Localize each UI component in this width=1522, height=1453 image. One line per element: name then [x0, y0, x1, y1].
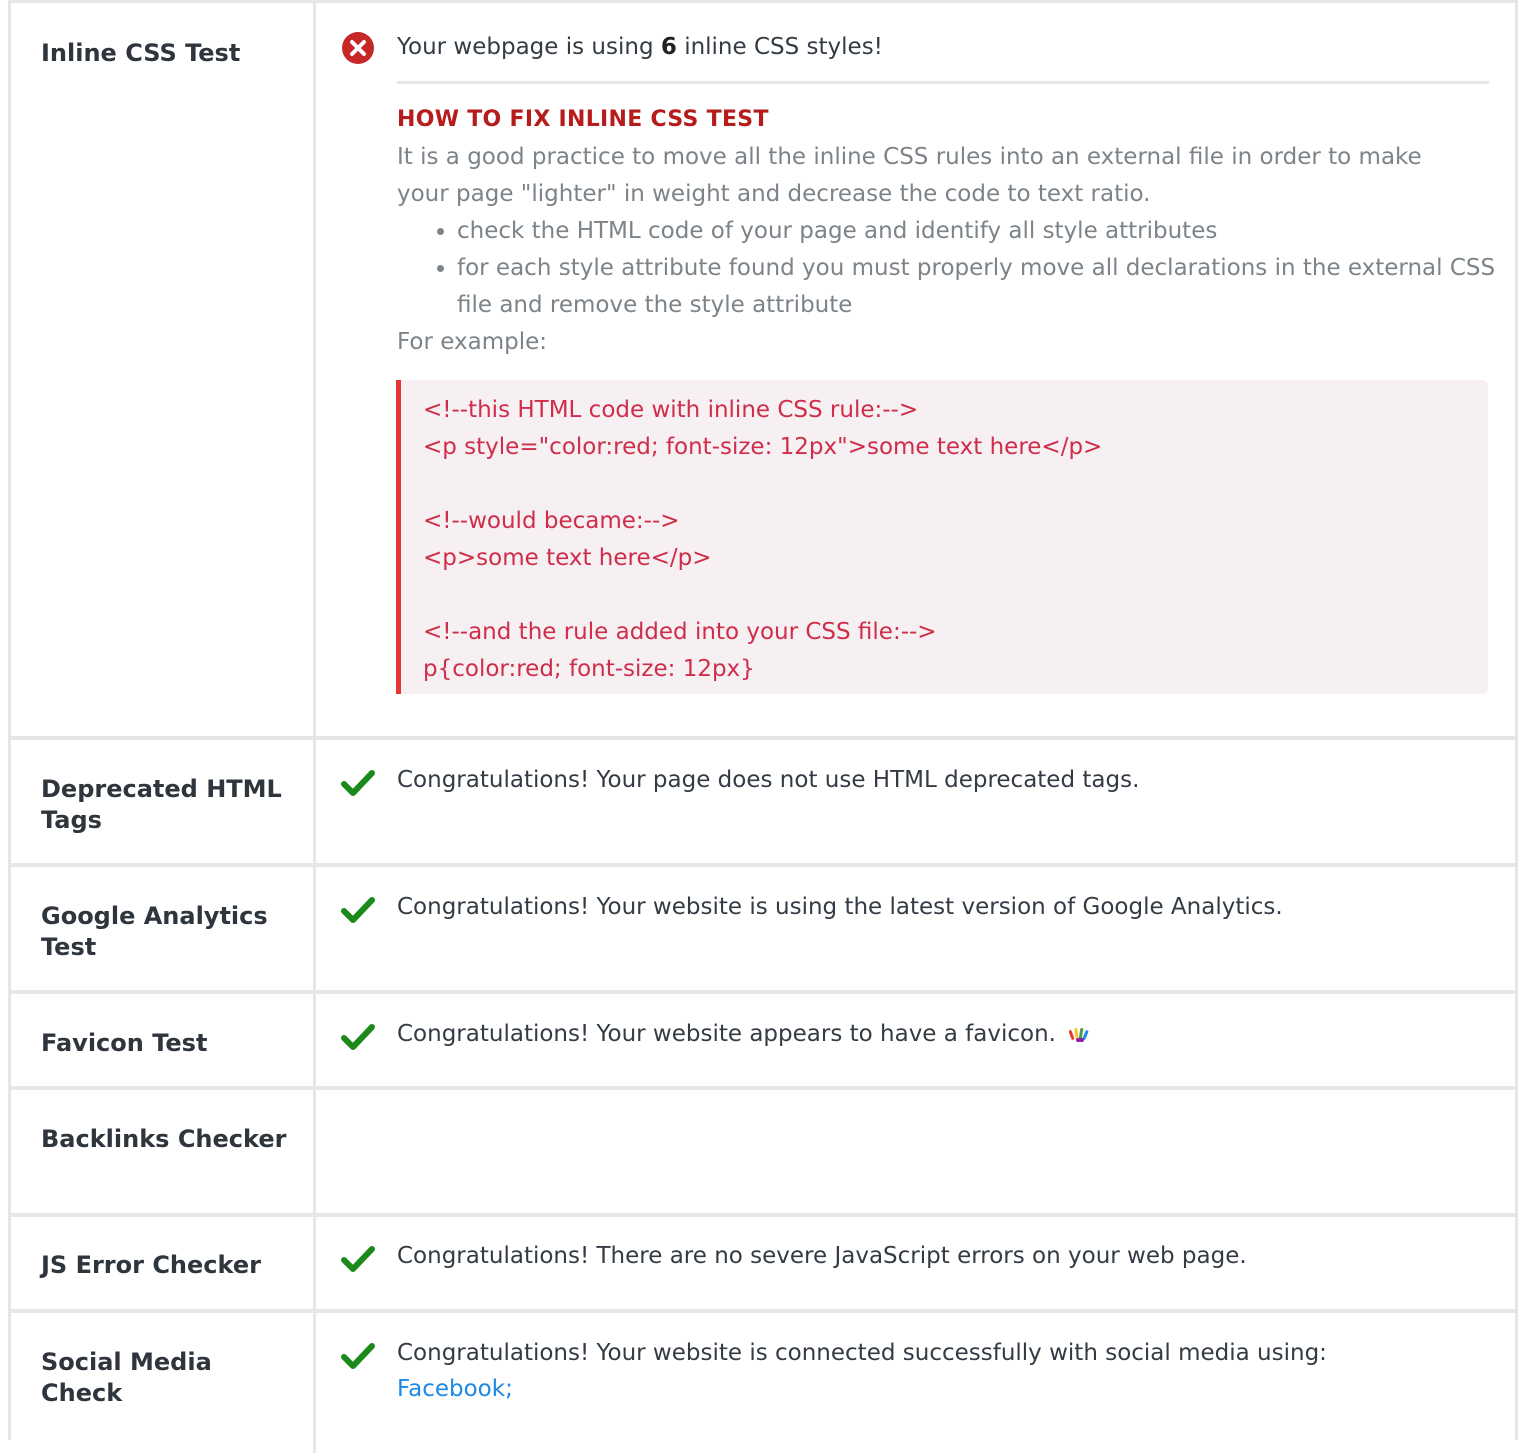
row-deprecated-tags: Deprecated HTML Tags Congratulations! Yo… — [11, 740, 1515, 867]
fix-steps-list: check the HTML code of your page and ide… — [397, 213, 1517, 324]
column-divider — [313, 740, 316, 863]
seo-results-table: Inline CSS Test Your webpage is using 6 … — [8, 0, 1518, 1453]
fix-step: for each style attribute found you must … — [457, 250, 1517, 324]
row-google-analytics: Google Analytics Test Congratulations! Y… — [11, 867, 1515, 994]
status-message: Congratulations! There are no severe Jav… — [397, 1243, 1247, 1269]
row-label: Backlinks Checker — [41, 1125, 287, 1153]
column-divider — [313, 1313, 316, 1453]
site-favicon-icon — [1069, 1027, 1089, 1042]
row-label: Social Media Check — [41, 1348, 212, 1407]
status-message: Your webpage is using 6 inline CSS style… — [397, 34, 883, 60]
x-circle-icon — [342, 32, 374, 64]
column-divider — [313, 3, 316, 736]
checkmark-icon — [341, 1343, 375, 1369]
row-label: JS Error Checker — [41, 1251, 261, 1279]
status-message: Congratulations! Your website is connect… — [397, 1340, 1327, 1402]
checkmark-icon — [341, 1024, 375, 1050]
divider-line — [397, 81, 1489, 84]
status-message: Congratulations! Your website appears to… — [397, 1016, 1485, 1052]
row-label: Inline CSS Test — [41, 39, 241, 67]
row-label: Google Analytics Test — [41, 902, 268, 961]
column-divider — [313, 1217, 316, 1309]
row-label: Deprecated HTML Tags — [41, 775, 282, 834]
checkmark-icon — [341, 770, 375, 796]
status-message: Congratulations! Your website is using t… — [397, 894, 1283, 920]
code-example: <!--this HTML code with inline CSS rule:… — [396, 380, 1488, 694]
column-divider — [313, 867, 316, 990]
checkmark-icon — [341, 897, 375, 923]
row-favicon: Favicon Test Congratulations! Your websi… — [11, 994, 1515, 1090]
row-social-media: Social Media Check Congratulations! Your… — [11, 1313, 1515, 1453]
fix-step: check the HTML code of your page and ide… — [457, 213, 1517, 250]
facebook-link[interactable]: Facebook; — [397, 1376, 513, 1402]
row-js-errors: JS Error Checker Congratulations! There … — [11, 1217, 1515, 1313]
row-inline-css: Inline CSS Test Your webpage is using 6 … — [11, 3, 1515, 740]
fix-title: HOW TO FIX INLINE CSS TEST — [397, 107, 769, 132]
row-label: Favicon Test — [41, 1029, 208, 1057]
status-message: Congratulations! Your page does not use … — [397, 767, 1140, 793]
fix-description: It is a good practice to move all the in… — [397, 144, 1422, 207]
column-divider — [313, 1090, 316, 1213]
inline-css-count: 6 — [660, 34, 677, 60]
example-label: For example: — [397, 329, 547, 355]
row-backlinks: Backlinks Checker — [11, 1090, 1515, 1217]
column-divider — [313, 994, 316, 1086]
checkmark-icon — [341, 1246, 375, 1272]
